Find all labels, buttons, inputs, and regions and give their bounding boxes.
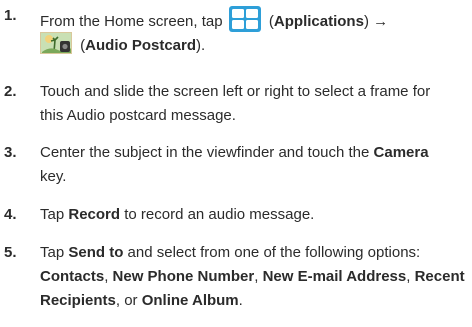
arrow: →	[373, 12, 389, 30]
step-text: Tap	[40, 206, 65, 223]
step-3-line-1: Center the subject in the viewfinder and…	[40, 143, 429, 163]
send-to-label: Send to	[68, 244, 124, 261]
step-text: Center the subject in the viewfinder and…	[40, 144, 370, 161]
applications-label: Applications	[273, 12, 364, 30]
option-online-album: Online Album	[141, 292, 239, 309]
step-number: 4.	[4, 206, 17, 223]
paren-close: )	[363, 12, 369, 30]
audio-postcard-icon	[40, 32, 72, 60]
step-text: and select from one of the following opt…	[127, 244, 421, 261]
applications-grid-icon	[228, 6, 261, 38]
separator: ,	[254, 268, 263, 285]
step-5-line-2: Contacts, New Phone Number, New E-mail A…	[40, 267, 465, 287]
paren-close: ).	[196, 36, 206, 54]
audio-postcard-label: Audio Postcard	[85, 36, 197, 54]
step-number: 5.	[4, 244, 17, 261]
instruction-steps: 1. From the Home screen, tap (Applicatio…	[0, 0, 472, 327]
step-4-line-1: Tap Record to record an audio message.	[40, 205, 314, 225]
period: .	[238, 292, 243, 309]
step-2-line-2: this Audio postcard message.	[40, 107, 236, 124]
separator: ,	[406, 268, 415, 285]
step-5-line-3: Recipients, or Online Album.	[40, 291, 243, 311]
step-number: 2.	[4, 83, 17, 100]
step-3-line-2: key.	[40, 168, 67, 185]
step-5-line-1: Tap Send to and select from one of the f…	[40, 243, 420, 263]
step-text: From the Home screen, tap	[40, 12, 223, 30]
option-contacts: Contacts	[40, 268, 105, 285]
step-text: Tap	[40, 244, 65, 261]
record-label: Record	[68, 206, 121, 223]
step-number: 3.	[4, 144, 17, 161]
option-new-email-address: New E-mail Address	[262, 268, 407, 285]
separator: ,	[104, 268, 113, 285]
camera-key-label: Camera	[373, 144, 429, 161]
step-1-line-2: (Audio Postcard).	[40, 32, 205, 60]
option-new-phone-number: New Phone Number	[112, 268, 255, 285]
step-text: to record an audio message.	[124, 206, 315, 223]
step-number: 1.	[4, 7, 17, 24]
separator: , or	[115, 292, 142, 309]
step-2-line-1: Touch and slide the screen left or right…	[40, 83, 431, 100]
option-recent: Recent	[414, 268, 465, 285]
option-recipients: Recipients	[40, 292, 116, 309]
